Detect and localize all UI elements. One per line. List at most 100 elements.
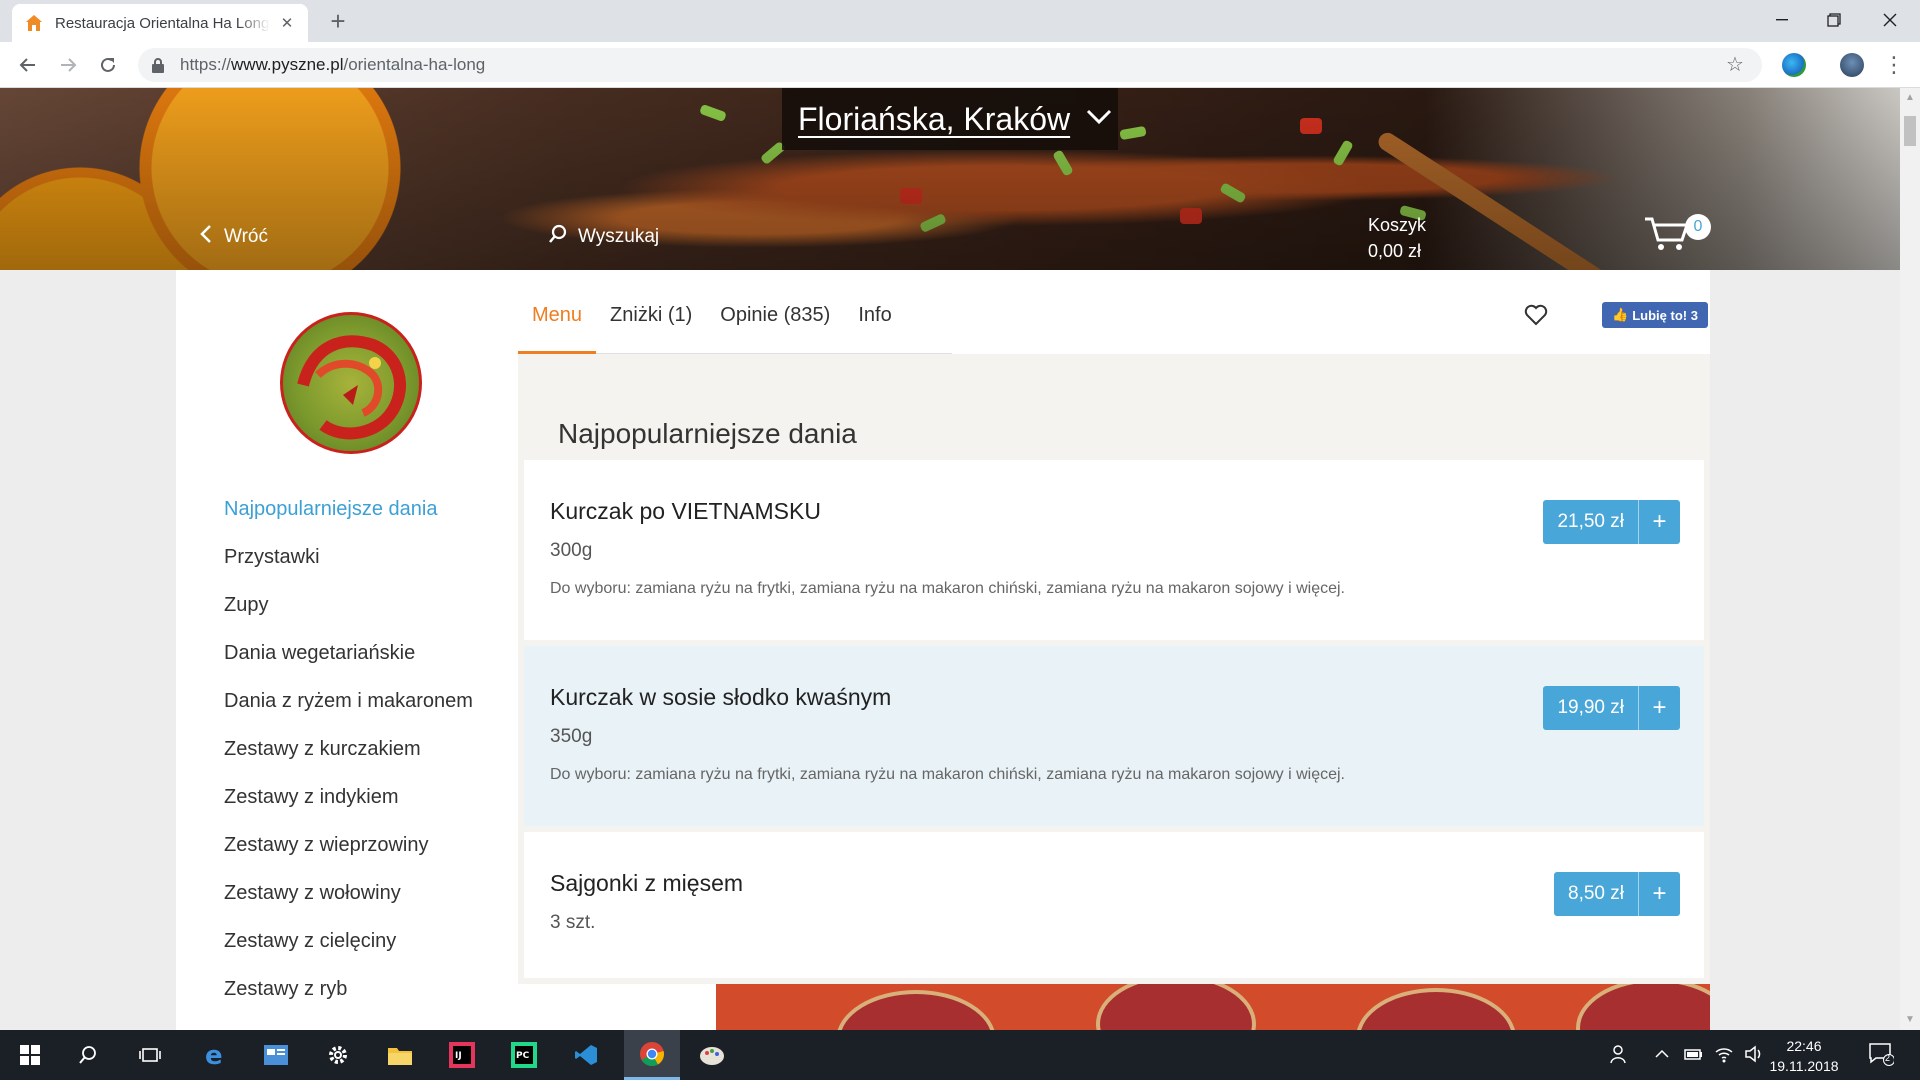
heart-icon[interactable] — [1524, 304, 1550, 330]
extension-icon[interactable] — [1782, 53, 1806, 77]
restore-button[interactable] — [1804, 0, 1864, 40]
add-to-cart-button[interactable]: 21,50 zł + — [1543, 500, 1680, 544]
intellij-icon[interactable]: IJ — [438, 1030, 486, 1080]
people-icon[interactable] — [1610, 1044, 1630, 1069]
dish-card[interactable]: Kurczak po VIETNAMSKU 300g Do wyboru: za… — [524, 460, 1704, 640]
dish-name: Sajgonki z mięsem — [550, 870, 744, 896]
dish-description: Do wyboru: zamiana ryżu na frytki, zamia… — [550, 766, 1345, 783]
new-tab-button[interactable]: + — [324, 8, 352, 36]
profile-avatar[interactable] — [1840, 53, 1864, 77]
category-item[interactable]: Dania z ryżem i makaronem — [224, 686, 473, 734]
search-label: Wyszukaj — [578, 226, 660, 247]
notification-count: 2 — [1885, 1053, 1891, 1063]
dish-card[interactable]: Sajgonki z mięsem 3 szt. 8,50 zł + — [524, 832, 1704, 978]
browser-menu-icon[interactable]: ⋮ — [1880, 51, 1908, 79]
plus-icon: + — [1638, 500, 1680, 544]
dish-card[interactable]: Kurczak w sosie słodko kwaśnym 350g Do w… — [524, 646, 1704, 826]
pycharm-icon[interactable]: PC — [500, 1030, 548, 1080]
cart-summary[interactable]: Koszyk 0,00 zł — [1368, 212, 1426, 264]
windows-start-icon[interactable] — [6, 1030, 54, 1080]
dish-size: 350g — [550, 726, 593, 747]
volume-icon[interactable] — [1744, 1044, 1764, 1069]
add-to-cart-button[interactable]: 8,50 zł + — [1554, 872, 1680, 916]
dish-size: 3 szt. — [550, 912, 596, 933]
window-close-button[interactable] — [1860, 0, 1920, 40]
scrollbar-thumb[interactable] — [1904, 116, 1916, 146]
vscode-icon[interactable] — [562, 1030, 610, 1080]
home-icon — [24, 13, 44, 33]
tab-discounts[interactable]: Zniżki (1) — [596, 296, 706, 354]
chevron-up-icon[interactable] — [1654, 1044, 1670, 1069]
category-item[interactable]: Zestawy z wieprzowiny — [224, 830, 473, 878]
reload-icon[interactable] — [94, 51, 122, 79]
pizza-image — [716, 984, 1710, 1030]
dish-price: 8,50 zł — [1568, 883, 1624, 904]
dish-price: 21,50 zł — [1557, 511, 1624, 532]
tab-info[interactable]: Info — [844, 296, 905, 354]
lock-icon — [152, 57, 168, 73]
taskbar-search-icon[interactable] — [64, 1030, 112, 1080]
file-explorer-icon[interactable] — [376, 1030, 424, 1080]
category-item[interactable]: Zestawy z kurczakiem — [224, 734, 473, 782]
back-link[interactable]: Wróć — [200, 224, 268, 250]
page-scrollbar[interactable]: ▲ ▼ — [1900, 88, 1920, 1030]
category-item[interactable]: Najpopularniejsze dania — [224, 494, 473, 542]
add-to-cart-button[interactable]: 19,90 zł + — [1543, 686, 1680, 730]
task-view-icon[interactable] — [126, 1030, 174, 1080]
back-arrow-icon[interactable] — [14, 51, 42, 79]
dish-name: Kurczak po VIETNAMSKU — [550, 498, 821, 524]
tab-title: Restauracja Orientalna Ha Long K — [55, 14, 270, 32]
edge-icon[interactable]: e — [190, 1030, 238, 1080]
decor-salami — [1576, 984, 1710, 1030]
windows-taskbar: e IJ PC 22:46 19.11.2018 2 — [0, 1030, 1920, 1080]
decor-salami — [1356, 988, 1516, 1030]
star-icon[interactable]: ☆ — [1726, 54, 1748, 76]
chevron-left-icon — [200, 224, 212, 250]
category-list: Najpopularniejsze dania Przystawki Zupy … — [224, 494, 473, 1022]
forward-arrow-icon[interactable] — [54, 51, 82, 79]
category-item[interactable]: Dania wegetariańskie — [224, 638, 473, 686]
category-item[interactable]: Zupy — [224, 590, 473, 638]
tab-reviews[interactable]: Opinie (835) — [706, 296, 844, 354]
close-icon[interactable]: ✕ — [278, 14, 296, 32]
restaurant-tabs: Menu Zniżki (1) Opinie (835) Info — [518, 296, 952, 354]
category-item[interactable]: Zestawy z ryb — [224, 974, 473, 1022]
clock-date: 19.11.2018 — [1769, 1058, 1839, 1074]
paint-icon[interactable] — [688, 1030, 736, 1080]
plus-icon: + — [1638, 872, 1680, 916]
dish-description: Do wyboru: zamiana ryżu na frytki, zamia… — [550, 580, 1345, 597]
battery-icon[interactable] — [1684, 1044, 1704, 1069]
decor-salami — [1096, 984, 1256, 1030]
dish-size: 300g — [550, 540, 593, 561]
wifi-icon[interactable] — [1714, 1044, 1734, 1069]
location-label: Floriańska, Kraków — [798, 100, 1071, 137]
app-icon[interactable] — [252, 1030, 300, 1080]
decor-salami — [836, 990, 996, 1030]
minimize-button[interactable] — [1752, 0, 1812, 40]
scroll-down-icon[interactable]: ▼ — [1904, 1014, 1916, 1026]
section-title: Najpopularniejsze dania — [558, 418, 857, 449]
category-item[interactable]: Przystawki — [224, 542, 473, 590]
action-center-icon[interactable]: 2 — [1868, 1042, 1895, 1071]
search-button[interactable]: Wyszukaj — [548, 224, 659, 250]
tab-menu[interactable]: Menu — [518, 296, 597, 354]
category-item[interactable]: Zestawy z cielęciny — [224, 926, 473, 974]
address-bar[interactable]: https://www.pyszne.pl/orientalna-ha-long… — [138, 48, 1762, 82]
category-item[interactable]: Zestawy z indykiem — [224, 782, 473, 830]
plus-icon: + — [1638, 686, 1680, 730]
location-selector[interactable]: Floriańska, Kraków — [782, 88, 1118, 150]
browser-tabstrip: Restauracja Orientalna Ha Long K ✕ + — [0, 0, 1920, 42]
browser-tab[interactable]: Restauracja Orientalna Ha Long K ✕ — [12, 4, 308, 42]
taskbar-clock[interactable]: 22:46 19.11.2018 — [1764, 1036, 1844, 1076]
svg-text:PC: PC — [516, 1051, 530, 1061]
facebook-like-button[interactable]: 👍 Lubię to! 3 — [1602, 302, 1708, 328]
search-icon — [548, 224, 568, 250]
scroll-up-icon[interactable]: ▲ — [1904, 92, 1916, 104]
facebook-like-label: Lubię to! 3 — [1632, 307, 1698, 323]
category-item[interactable]: Zestawy z wołowiny — [224, 878, 473, 926]
chrome-icon[interactable] — [624, 1030, 680, 1080]
hero-banner: Floriańska, Kraków Wróć Wyszukaj Koszyk … — [0, 88, 1900, 270]
settings-gear-icon[interactable] — [314, 1030, 362, 1080]
chevron-down-icon — [1086, 109, 1112, 130]
url-text: https://www.pyszne.pl/orientalna-ha-long — [180, 55, 486, 74]
